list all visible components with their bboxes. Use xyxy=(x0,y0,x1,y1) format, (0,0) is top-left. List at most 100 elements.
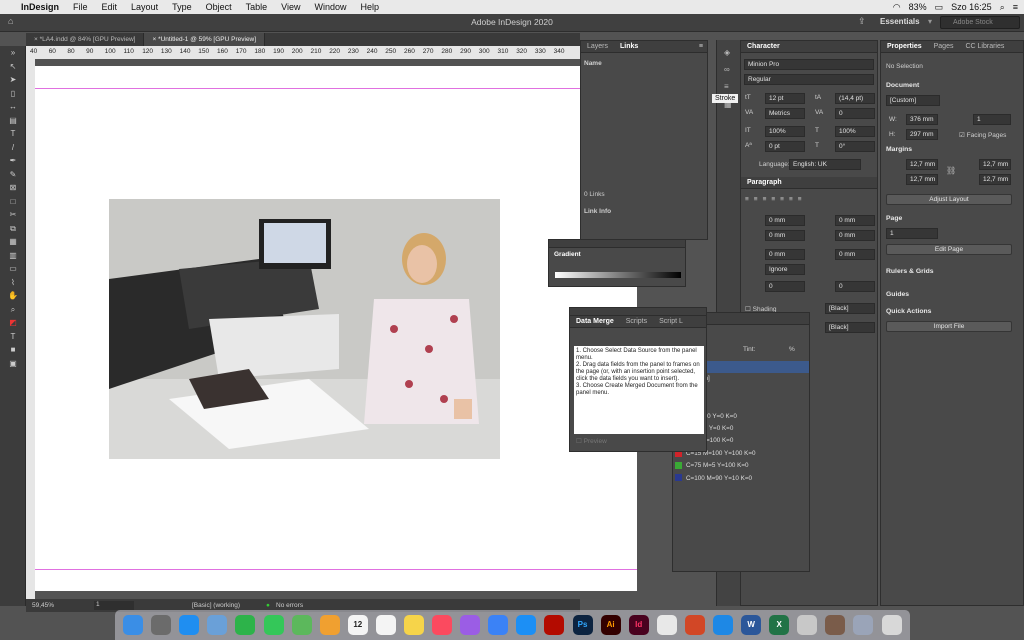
tab-script-label[interactable]: Script L xyxy=(653,318,689,325)
kerning-field[interactable]: Metrics xyxy=(765,108,805,119)
margin-left-field[interactable]: 12,7 mm xyxy=(979,159,1011,170)
dock-word-icon[interactable]: W xyxy=(741,615,762,635)
gradient-feather-tool-icon[interactable]: ▥ xyxy=(0,249,26,263)
menu-edit[interactable]: Edit xyxy=(95,2,125,12)
dock-safari-icon[interactable] xyxy=(179,615,200,635)
share-icon[interactable]: ⇪ xyxy=(858,16,866,27)
dock-photos-icon[interactable] xyxy=(319,615,340,635)
menu-help[interactable]: Help xyxy=(354,2,387,12)
skew-field[interactable]: 0° xyxy=(835,141,875,152)
last-line-indent-field[interactable]: 0 mm xyxy=(835,230,875,241)
preflight-profile[interactable]: [Basic] (working) xyxy=(192,602,240,609)
margin-right-field[interactable]: 12,7 mm xyxy=(979,174,1011,185)
space-after-field[interactable]: 0 mm xyxy=(835,249,875,260)
formatting-affects-icon[interactable]: T xyxy=(0,330,26,344)
placed-photo[interactable] xyxy=(109,199,500,459)
stroke-icon[interactable]: ≡ xyxy=(724,82,729,91)
first-line-indent-field[interactable]: 0 mm xyxy=(765,230,805,241)
tab-la4[interactable]: × *LA4.indd @ 84% [GPU Preview] xyxy=(26,33,145,46)
width-field[interactable]: 376 mm xyxy=(906,114,938,125)
drop-cap-lines-field[interactable]: 0 xyxy=(765,281,805,292)
dock-facetime-icon[interactable] xyxy=(235,615,256,635)
tab-data-merge[interactable]: Data Merge xyxy=(570,318,620,325)
selection-tool-icon[interactable]: ↖ xyxy=(0,60,26,74)
right-indent-field[interactable]: 0 mm xyxy=(835,215,875,226)
gradient-ramp[interactable] xyxy=(555,272,681,278)
dock-calendar-icon[interactable]: 12 xyxy=(347,615,368,635)
dock-indesign-icon[interactable]: Id xyxy=(628,615,649,635)
zoom-level[interactable]: 59,45% xyxy=(32,602,54,609)
vertical-scale-field[interactable]: 100% xyxy=(765,126,805,137)
font-family-field[interactable]: Minion Pro xyxy=(744,59,874,70)
document-preset-select[interactable]: [Custom] xyxy=(886,95,940,106)
page-tool-icon[interactable]: ▯ xyxy=(0,87,26,101)
adjust-layout-button[interactable]: Adjust Layout xyxy=(886,194,1012,205)
leading-field[interactable]: (14,4 pt) xyxy=(835,93,875,104)
dock-powerpoint-icon[interactable] xyxy=(684,615,705,635)
border-color[interactable]: [Black] xyxy=(825,322,875,333)
menu-table[interactable]: Table xyxy=(239,2,275,12)
swatch-row[interactable]: C=75 M=5 Y=100 K=0 xyxy=(675,460,809,472)
dock-chrome-icon[interactable] xyxy=(656,615,677,635)
shading-color[interactable]: [Black] xyxy=(825,303,875,314)
menu-object[interactable]: Object xyxy=(199,2,239,12)
align-to-grid-select[interactable]: Ignore xyxy=(765,264,805,275)
drop-cap-chars-field[interactable]: 0 xyxy=(835,281,875,292)
dock-notes-icon[interactable] xyxy=(403,615,424,635)
rectangle-frame-tool-icon[interactable]: ⊠ xyxy=(0,181,26,195)
facing-pages-checkbox[interactable]: ☑ Facing Pages xyxy=(959,131,1006,139)
gradient-title[interactable]: Gradient xyxy=(554,251,581,258)
app-menu[interactable]: InDesign xyxy=(14,2,66,12)
dock-messages-icon[interactable] xyxy=(263,615,284,635)
margin-bottom-field[interactable]: 12,7 mm xyxy=(906,174,938,185)
menu-file[interactable]: File xyxy=(66,2,95,12)
dock-acrobat-icon[interactable] xyxy=(544,615,565,635)
language-select[interactable]: English: UK xyxy=(789,159,861,170)
character-title[interactable]: Character xyxy=(741,43,786,50)
control-center-icon[interactable]: ≡ xyxy=(1013,2,1018,12)
direct-selection-tool-icon[interactable]: ➤ xyxy=(0,73,26,87)
dock-utility-icon[interactable] xyxy=(797,615,818,635)
dock-photoshop-icon[interactable]: Ps xyxy=(572,615,593,635)
menu-layout[interactable]: Layout xyxy=(124,2,165,12)
rectangle-tool-icon[interactable]: □ xyxy=(0,195,26,209)
dock-keynote-icon[interactable] xyxy=(488,615,509,635)
tab-layers[interactable]: Layers xyxy=(581,43,614,50)
menu-view[interactable]: View xyxy=(274,2,307,12)
dock-reminders-icon[interactable] xyxy=(375,615,396,635)
dock-trash-icon[interactable] xyxy=(881,615,902,635)
line-tool-icon[interactable]: / xyxy=(0,141,26,155)
edit-page-button[interactable]: Edit Page xyxy=(886,244,1012,255)
height-field[interactable]: 297 mm xyxy=(906,129,938,140)
page-select[interactable]: 1 xyxy=(886,228,938,239)
dock-excel-icon[interactable]: X xyxy=(769,615,790,635)
spotlight-icon[interactable]: ⌕ xyxy=(1000,2,1005,13)
dock-downloads-icon[interactable] xyxy=(853,615,874,635)
dock-preview-icon[interactable] xyxy=(207,615,228,635)
import-file-button[interactable]: Import File xyxy=(886,321,1012,332)
clock[interactable]: Szo 16:25 xyxy=(951,2,992,12)
pen-tool-icon[interactable]: ✒ xyxy=(0,154,26,168)
collapse-icon[interactable]: » xyxy=(0,46,26,60)
dock-finder-icon[interactable] xyxy=(123,615,144,635)
tab-untitled[interactable]: × *Untitled-1 @ 59% [GPU Preview] xyxy=(144,33,266,46)
screen-mode-icon[interactable]: ▣ xyxy=(0,357,26,371)
note-tool-icon[interactable]: ▭ xyxy=(0,262,26,276)
link-margins-icon[interactable]: ⛓ xyxy=(946,166,956,175)
font-size-field[interactable]: 12 pt xyxy=(765,93,805,104)
font-style-field[interactable]: Regular xyxy=(744,74,874,85)
dock-podcasts-icon[interactable] xyxy=(460,615,481,635)
gradient-swatch-tool-icon[interactable]: ▦ xyxy=(0,235,26,249)
eyedropper-tool-icon[interactable]: ⌇ xyxy=(0,276,26,290)
layers-icon[interactable]: ◈ xyxy=(724,48,730,57)
link-info[interactable]: Link Info xyxy=(584,208,611,215)
dock-windows-icon[interactable] xyxy=(713,615,734,635)
space-before-field[interactable]: 0 mm xyxy=(765,249,805,260)
preview-checkbox[interactable]: ☐ Preview xyxy=(576,437,607,445)
swatch-row[interactable]: C=100 M=90 Y=10 K=0 xyxy=(675,473,809,485)
paragraph-title[interactable]: Paragraph xyxy=(741,179,788,186)
menu-type[interactable]: Type xyxy=(165,2,199,12)
wifi-icon[interactable]: ◠ xyxy=(893,2,901,13)
dock-music-icon[interactable] xyxy=(432,615,453,635)
stock-search-input[interactable]: Adobe Stock xyxy=(940,16,1020,29)
